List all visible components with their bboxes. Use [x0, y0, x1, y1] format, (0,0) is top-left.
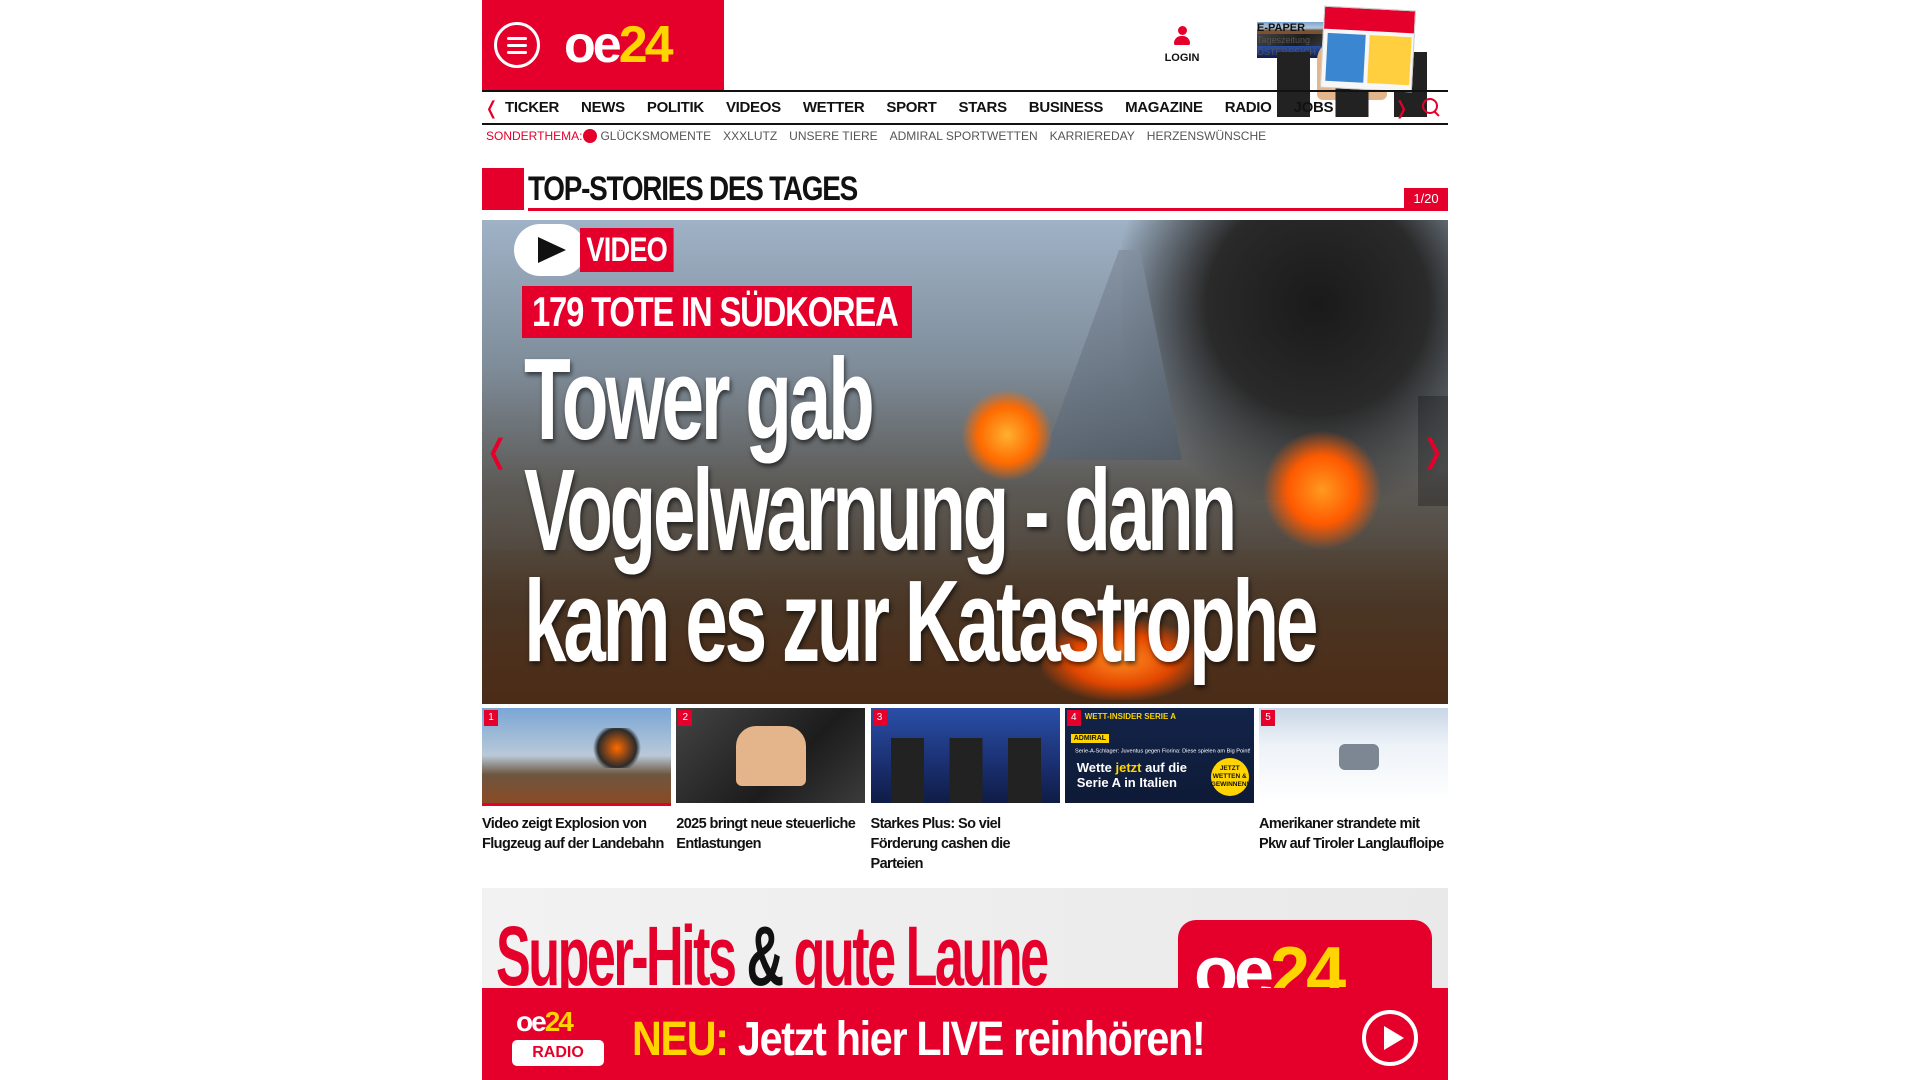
video-label: VIDEO — [580, 228, 674, 272]
teaser-image[interactable]: 3 — [870, 708, 1060, 803]
login-label: LOGIN — [1164, 52, 1200, 64]
nav-item-business[interactable]: BUSINESS — [1029, 99, 1104, 116]
wheel-icon — [583, 129, 598, 143]
logo-text: oe — [564, 16, 622, 74]
epaper-subtitle: Tageszeitung — [1257, 34, 1327, 46]
story-teaser[interactable]: 1 Video zeigt Explosion von Flugzeug auf… — [482, 708, 671, 878]
user-icon — [1174, 26, 1190, 48]
nav-item-jobs[interactable]: JOBS — [1294, 99, 1334, 116]
teaser-caption[interactable]: Video zeigt Explosion von Flugzeug auf d… — [482, 814, 671, 854]
hero-kicker: 179 TOTE IN SÜDKOREA — [532, 288, 899, 335]
menu-icon[interactable] — [494, 22, 540, 68]
story-teaser[interactable]: 3 Starkes Plus: So viel Förderung cashen… — [870, 708, 1060, 878]
radio-live-bar[interactable]: oe24 RADIO NEU: Jetzt hier LIVE reinhöre… — [482, 988, 1448, 1080]
epaper-link[interactable]: E-PAPER Tageszeitung ÖSTERREICH — [1257, 22, 1327, 58]
story-thumbnails: 1 Video zeigt Explosion von Flugzeug auf… — [482, 708, 1448, 878]
teaser-caption[interactable]: 2025 bringt neue steuerliche Entlastunge… — [676, 814, 865, 854]
teaser-number: 2 — [678, 710, 693, 726]
promo-banner[interactable]: Super-Hits & gute Laune oe24 — [482, 888, 1448, 988]
video-badge: VIDEO — [514, 224, 697, 276]
nav-item-politik[interactable]: POLITIK — [647, 99, 704, 116]
headline-line: Vogelwarnung - dann — [524, 445, 1237, 575]
slide-counter: 1/20 — [1404, 188, 1448, 210]
teaser-image[interactable]: 5 — [1259, 708, 1448, 803]
teaser-image[interactable]: 1 — [482, 708, 671, 803]
radio-logo-label: RADIO — [512, 1040, 604, 1066]
nav-item-videos[interactable]: VIDEOS — [726, 99, 781, 116]
special-topic-link[interactable]: KARRIEREDAY — [1050, 129, 1135, 143]
epaper-cover-image[interactable] — [1319, 5, 1417, 93]
special-topic-link[interactable]: HERZENSWÜNSCHE — [1147, 129, 1266, 143]
site-header: oe24 LOGIN E-PAPER Tageszeitung ÖSTERREI… — [482, 0, 1448, 93]
special-topic-link[interactable]: ADMIRAL SPORTWETTEN — [890, 129, 1038, 143]
banner-headline: Super-Hits & gute Laune — [496, 909, 1049, 988]
indicator — [1259, 803, 1448, 806]
story-teaser[interactable]: 2 2025 bringt neue steuerliche Entlastun… — [676, 708, 866, 878]
teaser-number: 1 — [484, 710, 498, 726]
epaper-title: E-PAPER — [1257, 22, 1327, 34]
teaser-caption[interactable]: Amerikaner strandete mit Pkw auf Tiroler… — [1259, 814, 1448, 854]
main-nav: ❬ TICKER NEWS POLITIK VIDEOS WETTER SPOR… — [482, 90, 1448, 125]
indicator — [871, 803, 1060, 806]
radio-cta-text[interactable]: NEU: Jetzt hier LIVE reinhören! — [632, 1012, 1206, 1067]
section-marker — [482, 168, 524, 210]
ad-topline: WETT-INSIDER SERIE A — [1084, 712, 1177, 721]
teaser-image[interactable]: 2 — [676, 708, 866, 803]
chevron-left-icon[interactable]: ❬ — [484, 98, 499, 119]
special-topic-link[interactable]: XXXLUTZ — [723, 129, 777, 143]
section-title: TOP-STORIES DES TAGES — [528, 170, 858, 208]
nav-item-wetter[interactable]: WETTER — [803, 99, 865, 116]
nav-item-radio[interactable]: RADIO — [1225, 99, 1272, 116]
special-topic-link[interactable]: UNSERE TIERE — [789, 129, 877, 143]
teaser-number: 3 — [872, 710, 887, 726]
banner-logo: oe24 — [1178, 920, 1432, 988]
play-icon[interactable] — [1362, 1010, 1418, 1066]
chevron-right-icon[interactable]: ❭ — [1394, 98, 1409, 119]
chevron-right-icon[interactable]: ❭ — [1418, 396, 1448, 506]
story-teaser[interactable]: 5 Amerikaner strandete mit Pkw auf Tirol… — [1259, 708, 1448, 878]
nav-item-sport[interactable]: SPORT — [886, 99, 936, 116]
teaser-caption[interactable]: Starkes Plus: So viel Förderung cashen d… — [871, 814, 1060, 874]
ad-teaser[interactable]: 4 WETT-INSIDER SERIE A ADMIRAL Serie-A-S… — [1064, 708, 1254, 878]
teaser-number: 4 — [1066, 710, 1081, 726]
ad-brand: ADMIRAL — [1070, 734, 1110, 743]
chevron-left-icon[interactable]: ❬ — [482, 396, 512, 506]
indicator — [676, 803, 865, 806]
nav-item-ticker[interactable]: TICKER — [505, 99, 559, 116]
headline-line: Tower gab — [524, 334, 875, 464]
search-icon[interactable] — [1422, 98, 1440, 116]
ad-cta-badge[interactable]: JETZT WETTEN & GEWINNEN! — [1210, 758, 1249, 796]
ad-subline: Serie-A-Schlager: Juventus gegen Fiorina… — [1074, 748, 1251, 755]
special-topic-link[interactable]: GLÜCKSMOMENTE — [600, 129, 711, 143]
hero-headline[interactable]: Tower gab Vogelwarnung - dann kam es zur… — [524, 334, 1318, 686]
logo-number: 24 — [618, 16, 674, 74]
special-topics-bar: SONDERTHEMA: GLÜCKSMOMENTE XXXLUTZ UNSER… — [486, 129, 1278, 143]
nav-item-magazine[interactable]: MAGAZINE — [1125, 99, 1203, 116]
special-topic-label: SONDERTHEMA: — [486, 129, 583, 143]
ad-title: Wette jetzt auf die Serie A in Italien — [1076, 760, 1188, 790]
indicator — [1065, 803, 1254, 806]
nav-item-news[interactable]: NEWS — [581, 99, 625, 116]
nav-item-stars[interactable]: STARS — [959, 99, 1008, 116]
epaper-subtitle-2: ÖSTERREICH — [1257, 46, 1327, 58]
active-indicator — [482, 803, 671, 806]
radio-logo: oe24 RADIO — [512, 1008, 604, 1070]
brand-box: oe24 — [482, 0, 724, 90]
teaser-number: 5 — [1261, 710, 1275, 726]
section-header: TOP-STORIES DES TAGES 1/20 — [482, 168, 1448, 212]
hero-story[interactable]: VIDEO 179 TOTE IN SÜDKOREA Tower gab Vog… — [482, 220, 1448, 704]
nav-list: TICKER NEWS POLITIK VIDEOS WETTER SPORT … — [505, 92, 1355, 123]
headline-line: kam es zur Katastrophe — [524, 556, 1318, 686]
play-icon — [514, 224, 586, 276]
section-divider — [528, 208, 1448, 211]
site-logo[interactable]: oe24 — [564, 16, 674, 74]
page: oe24 LOGIN E-PAPER Tageszeitung ÖSTERREI… — [482, 0, 1448, 1080]
login-button[interactable]: LOGIN — [1162, 26, 1202, 64]
ad-image[interactable]: 4 WETT-INSIDER SERIE A ADMIRAL Serie-A-S… — [1064, 708, 1254, 803]
